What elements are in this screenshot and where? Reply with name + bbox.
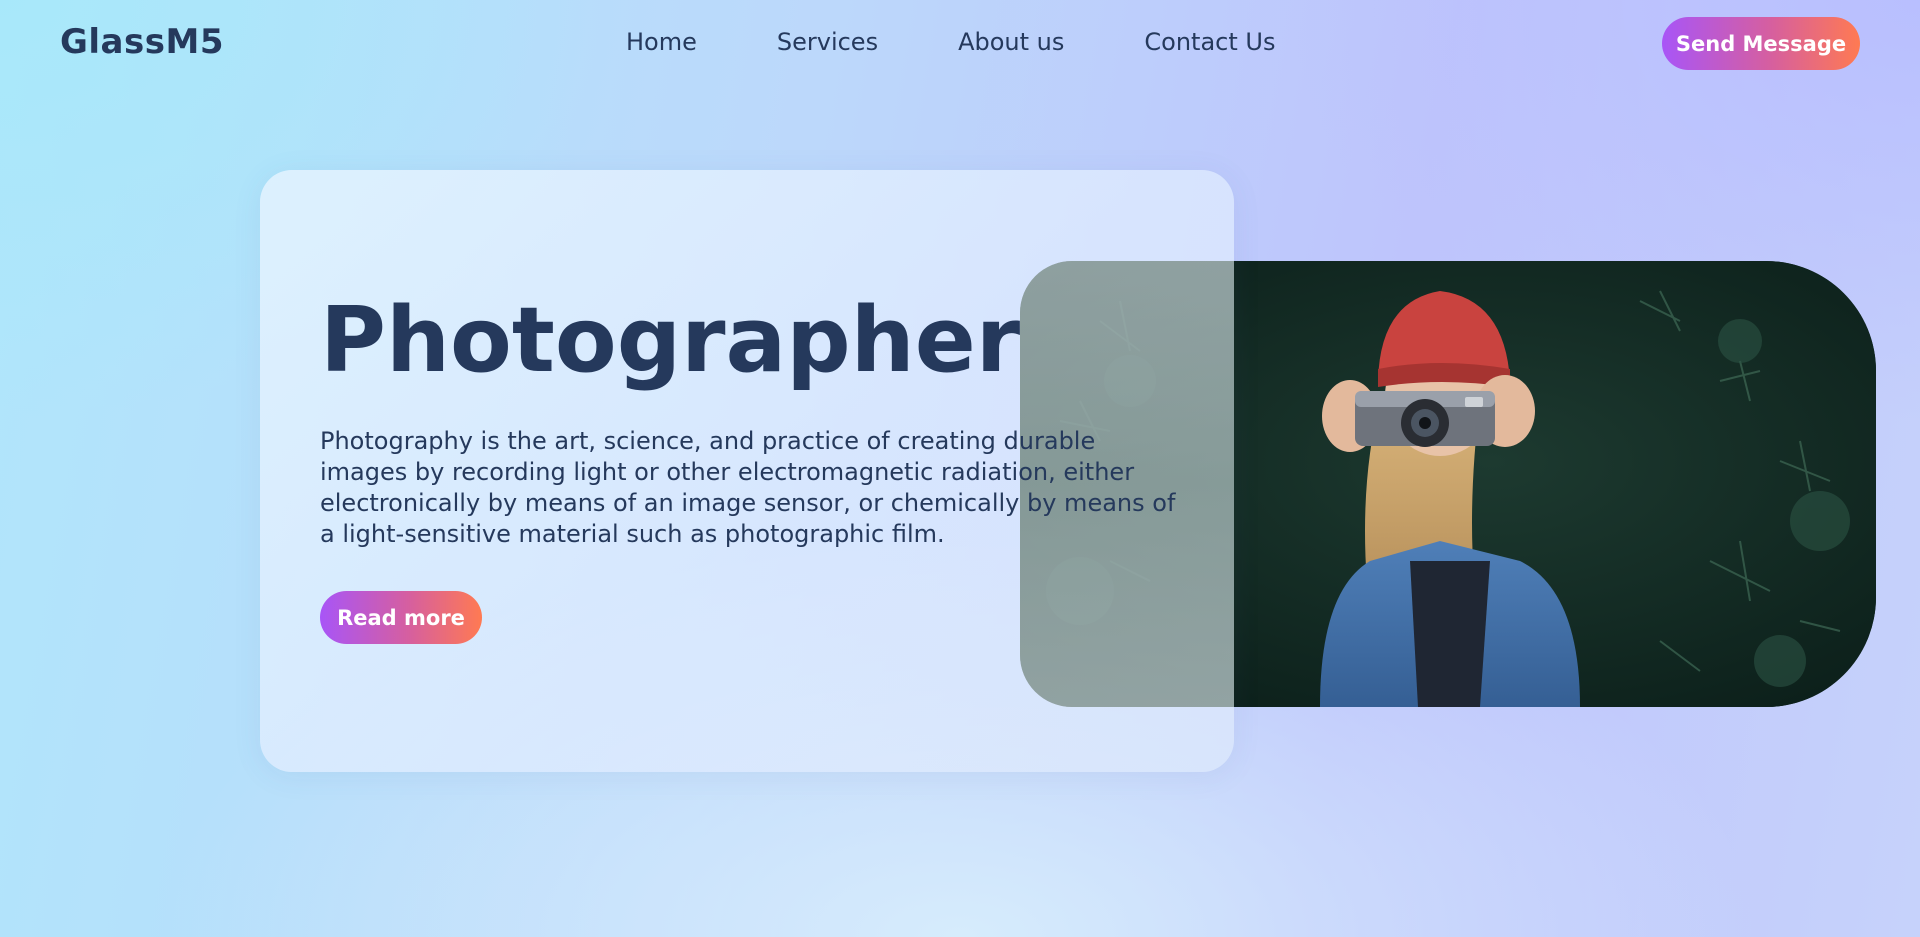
send-message-button[interactable]: Send Message	[1662, 17, 1860, 70]
site-logo[interactable]: GlassM5	[60, 22, 224, 62]
read-more-button[interactable]: Read more	[320, 591, 482, 644]
site-header: GlassM5 Home Services About us Contact U…	[0, 0, 1920, 88]
nav-contact-us[interactable]: Contact Us	[1144, 28, 1275, 56]
nav-home[interactable]: Home	[626, 28, 697, 56]
hero-title: Photographer	[320, 288, 1021, 393]
nav-services[interactable]: Services	[777, 28, 878, 56]
hero-description: Photography is the art, science, and pra…	[320, 427, 1176, 548]
main-nav: Home Services About us Contact Us	[626, 28, 1275, 56]
hero-card: Photographer Photography is the art, sci…	[260, 170, 1234, 772]
nav-about-us[interactable]: About us	[958, 28, 1064, 56]
